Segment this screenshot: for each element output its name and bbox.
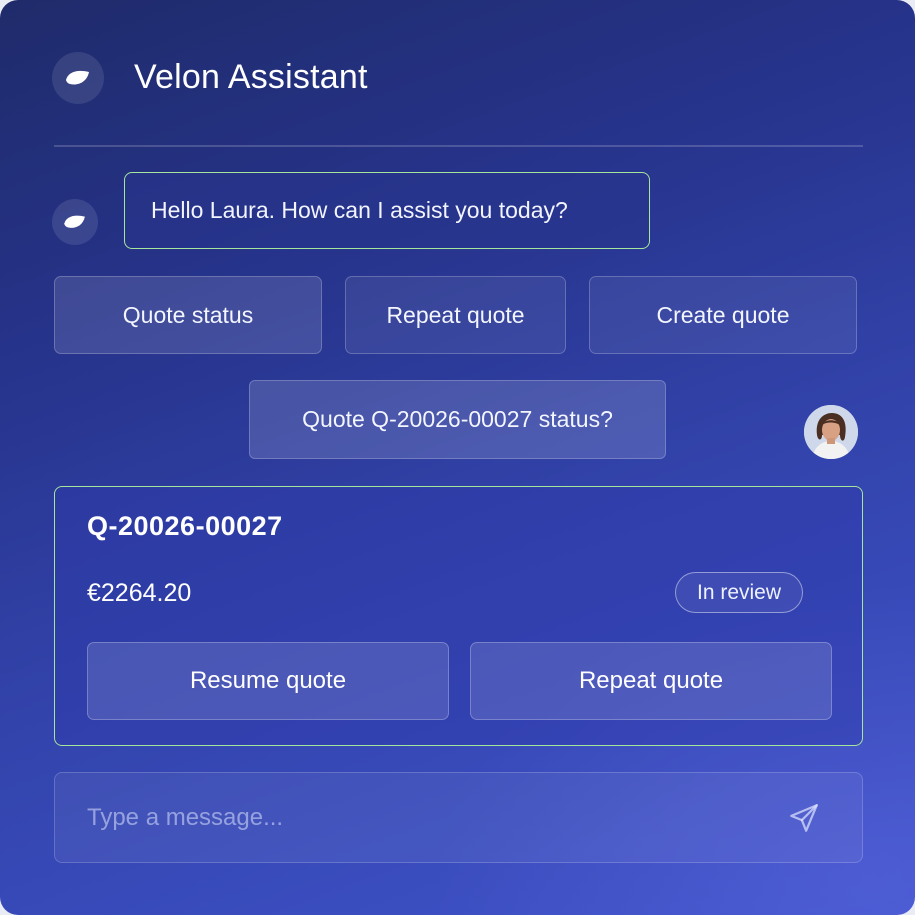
message-composer bbox=[54, 772, 863, 863]
repeat-quote-label: Repeat quote bbox=[578, 667, 724, 694]
bot-avatar-icon bbox=[52, 199, 98, 245]
message-input[interactable] bbox=[85, 773, 769, 863]
user-message-bubble: Quote Q-20026-00027 status? bbox=[249, 380, 666, 459]
quick-reply-label: Repeat quote bbox=[386, 301, 525, 328]
resume-quote-button[interactable]: Resume quote bbox=[87, 642, 449, 720]
quick-reply-repeat-quote[interactable]: Repeat quote bbox=[345, 276, 566, 354]
send-icon[interactable] bbox=[787, 801, 821, 835]
quick-reply-create-quote[interactable]: Create quote bbox=[589, 276, 857, 354]
assistant-window: Velon Assistant Hello Laura. How can I a… bbox=[0, 0, 915, 915]
leaf-logo-icon bbox=[52, 52, 104, 104]
quote-id: Q-20026-00027 bbox=[87, 511, 283, 541]
status-badge-label: In review bbox=[696, 580, 782, 604]
user-avatar bbox=[804, 405, 858, 459]
resume-quote-label: Resume quote bbox=[189, 667, 347, 694]
quote-card: Q-20026-00027 €2264.20 In review Resume … bbox=[54, 486, 863, 746]
quick-reply-label: Quote status bbox=[122, 301, 254, 328]
header-divider bbox=[54, 145, 863, 147]
quote-amount: €2264.20 bbox=[87, 579, 192, 607]
quick-reply-label: Create quote bbox=[656, 301, 790, 328]
bot-message-text: Hello Laura. How can I assist you today? bbox=[151, 197, 568, 223]
repeat-quote-button[interactable]: Repeat quote bbox=[470, 642, 832, 720]
app-title: Velon Assistant bbox=[134, 58, 368, 96]
status-badge: In review bbox=[675, 572, 803, 613]
quick-reply-quote-status[interactable]: Quote status bbox=[54, 276, 322, 354]
bot-message-bubble: Hello Laura. How can I assist you today? bbox=[124, 172, 650, 249]
user-message-text: Quote Q-20026-00027 status? bbox=[302, 406, 613, 432]
